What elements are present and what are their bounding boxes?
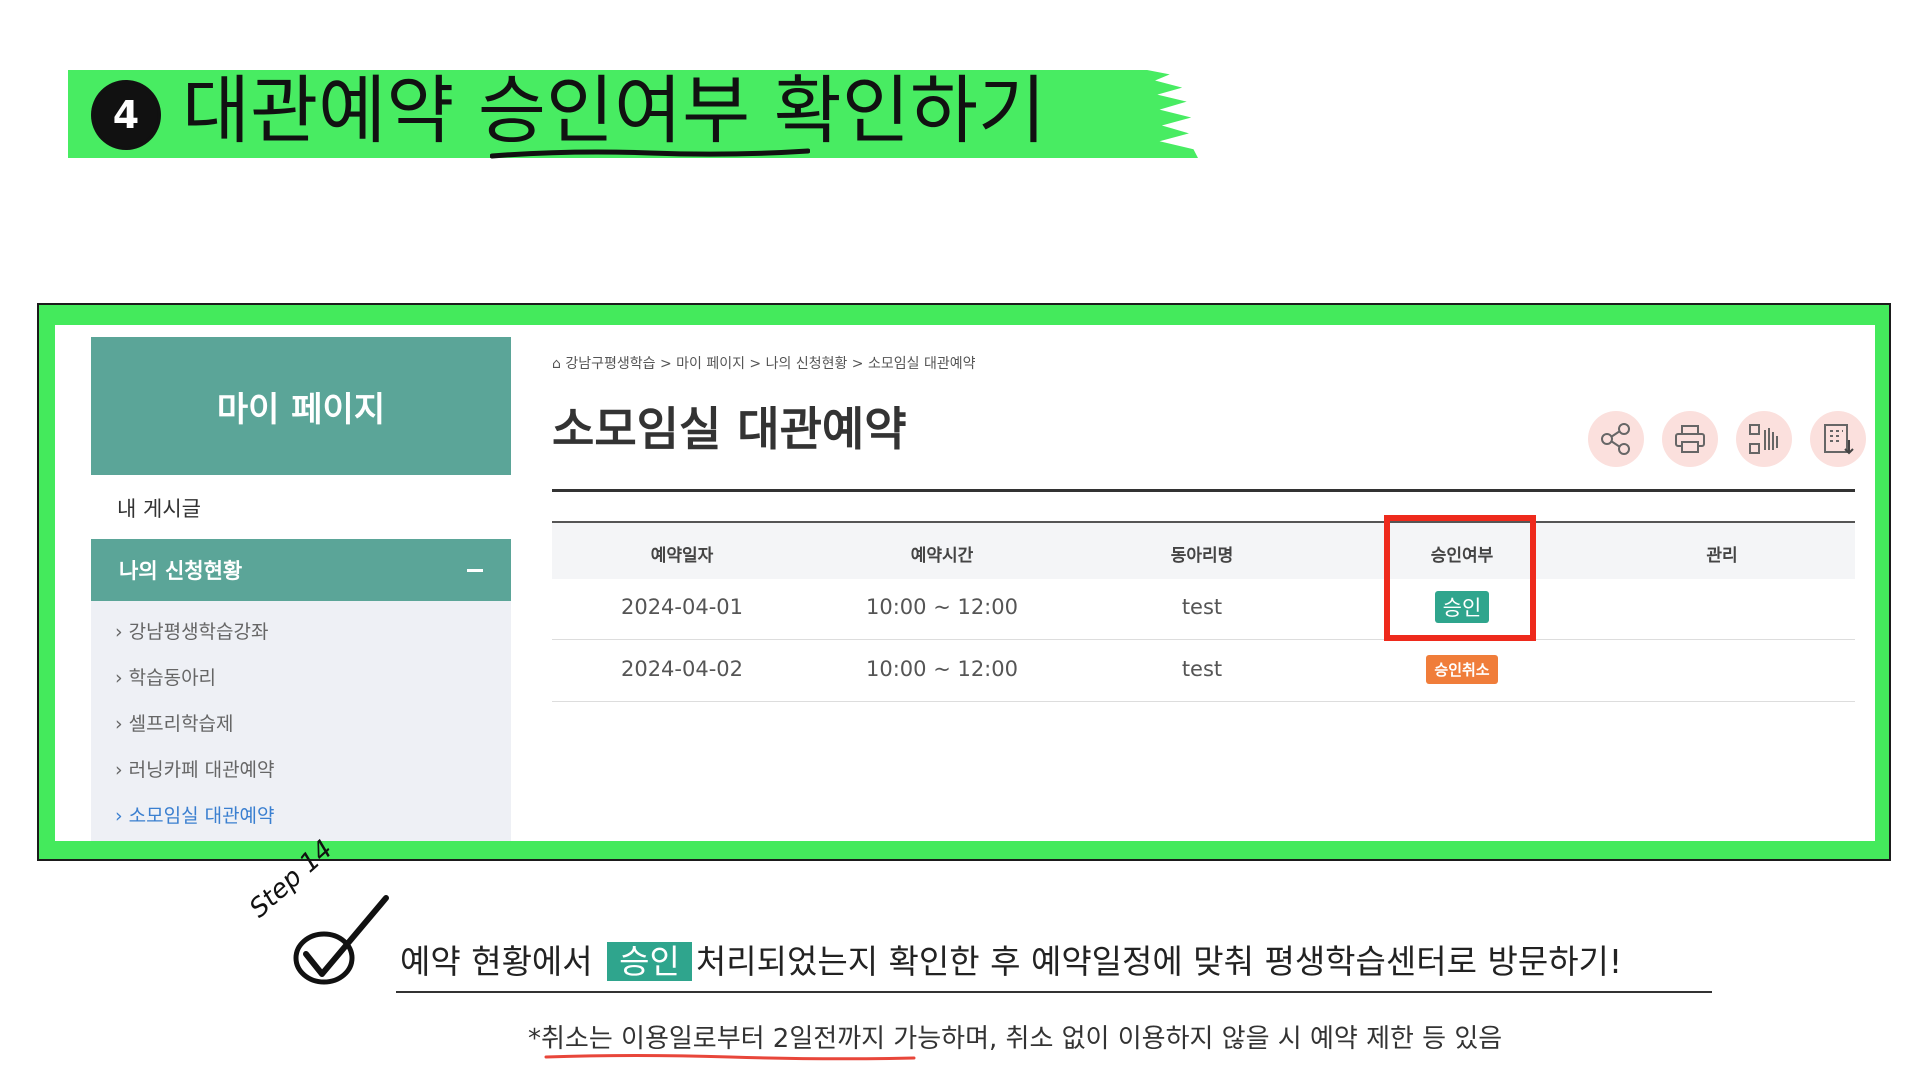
- step-number-badge: 4: [94, 83, 158, 147]
- sidebar-heading: 마이 페이지: [91, 337, 511, 475]
- print-button[interactable]: [1662, 411, 1718, 467]
- note-rest: 가능하며, 취소 없이 이용하지 않을 시 예약 제한 등 있음: [885, 1024, 1503, 1054]
- sidebar-submenu: › 강남평생학습강좌 › 학습동아리 › 셀프리학습제 › 러닝카페 대관예약 …: [91, 601, 511, 841]
- instruction-approve-badge: 승인: [607, 942, 692, 981]
- header-reservation-time: 예약시간: [910, 546, 974, 566]
- title-underline-stroke: [490, 148, 810, 159]
- approval-cancelled-badge: 승인취소: [1426, 655, 1498, 684]
- sidebar-item-my-applications[interactable]: 나의 신청현황: [91, 539, 511, 601]
- sidebar-item-my-posts[interactable]: 내 게시글: [117, 493, 201, 523]
- home-icon[interactable]: ⌂: [552, 356, 561, 372]
- share-button[interactable]: [1588, 411, 1644, 467]
- download-icon: [1824, 424, 1854, 455]
- approval-status-highlight: [1384, 515, 1536, 641]
- instruction-before: 예약 현황에서: [400, 942, 593, 981]
- screenshot-content: 마이 페이지 내 게시글 나의 신청현황 › 강남평생학습강좌 › 학습동아리 …: [55, 325, 1875, 841]
- cell-time: 10:00 ~ 12:00: [866, 595, 1018, 619]
- instruction-underline: [396, 991, 1712, 993]
- sidebar-subitem-study-club[interactable]: › 학습동아리: [115, 663, 216, 690]
- main-title: 대관예약 승인여부 확인하기: [182, 68, 1047, 154]
- note-red-underline: [544, 1054, 916, 1061]
- table-row: 2024-04-01 10:00 ~ 12:00 test 승인: [552, 577, 1855, 640]
- header-club-name: 동아리명: [1170, 546, 1234, 566]
- sidebar-subitem-self-learning[interactable]: › 셀프리학습제: [115, 709, 234, 736]
- header-manage: 관리: [1706, 546, 1738, 566]
- cell-club: test: [1181, 595, 1223, 619]
- instruction-after: 처리되었는지 확인한 후 예약일정에 맞춰 평생학습센터로 방문하기!: [695, 942, 1623, 981]
- cell-date: 2024-04-01: [620, 595, 744, 619]
- note-underlined-part: *취소는 이용일로부터 2일전까지: [528, 1024, 886, 1054]
- cell-date: 2024-04-02: [620, 657, 744, 681]
- cancellation-note: *취소는 이용일로부터 2일전까지 가능하며, 취소 없이 이용하지 않을 시 …: [528, 1018, 1502, 1055]
- header-reservation-date: 예약일자: [650, 546, 714, 566]
- instruction-text: 예약 현황에서 승인 처리되었는지 확인한 후 예약일정에 맞춰 평생학습센터로 …: [400, 935, 1622, 983]
- page-title: 소모임실 대관예약: [552, 402, 907, 456]
- table-header: 예약일자 예약시간 동아리명 승인여부 관리: [552, 521, 1855, 579]
- breadcrumb: ⌂ 강남구평생학습 > 마이 페이지 > 나의 신청현황 > 소모임실 대관예약: [552, 356, 976, 372]
- download-button[interactable]: [1810, 411, 1866, 467]
- sidebar-subitem-meeting-room[interactable]: › 소모임실 대관예약: [115, 801, 275, 828]
- qr-code-icon: [1749, 424, 1778, 454]
- collapse-minus-icon[interactable]: [467, 568, 483, 572]
- sidebar-active-label: 나의 신청현황: [119, 559, 243, 583]
- share-icon: [1601, 423, 1630, 455]
- sidebar-subitem-learning-cafe[interactable]: › 러닝카페 대관예약: [115, 755, 275, 782]
- cell-status: 승인취소: [1332, 655, 1592, 684]
- print-icon: [1675, 425, 1705, 453]
- cell-club: test: [1181, 657, 1223, 681]
- cell-time: 10:00 ~ 12:00: [866, 657, 1018, 681]
- table-row: 2024-04-02 10:00 ~ 12:00 test 승인취소: [552, 639, 1855, 702]
- sidebar-subitem-courses[interactable]: › 강남평생학습강좌: [115, 617, 268, 644]
- qr-code-button[interactable]: [1736, 411, 1792, 467]
- title-divider: [552, 489, 1855, 492]
